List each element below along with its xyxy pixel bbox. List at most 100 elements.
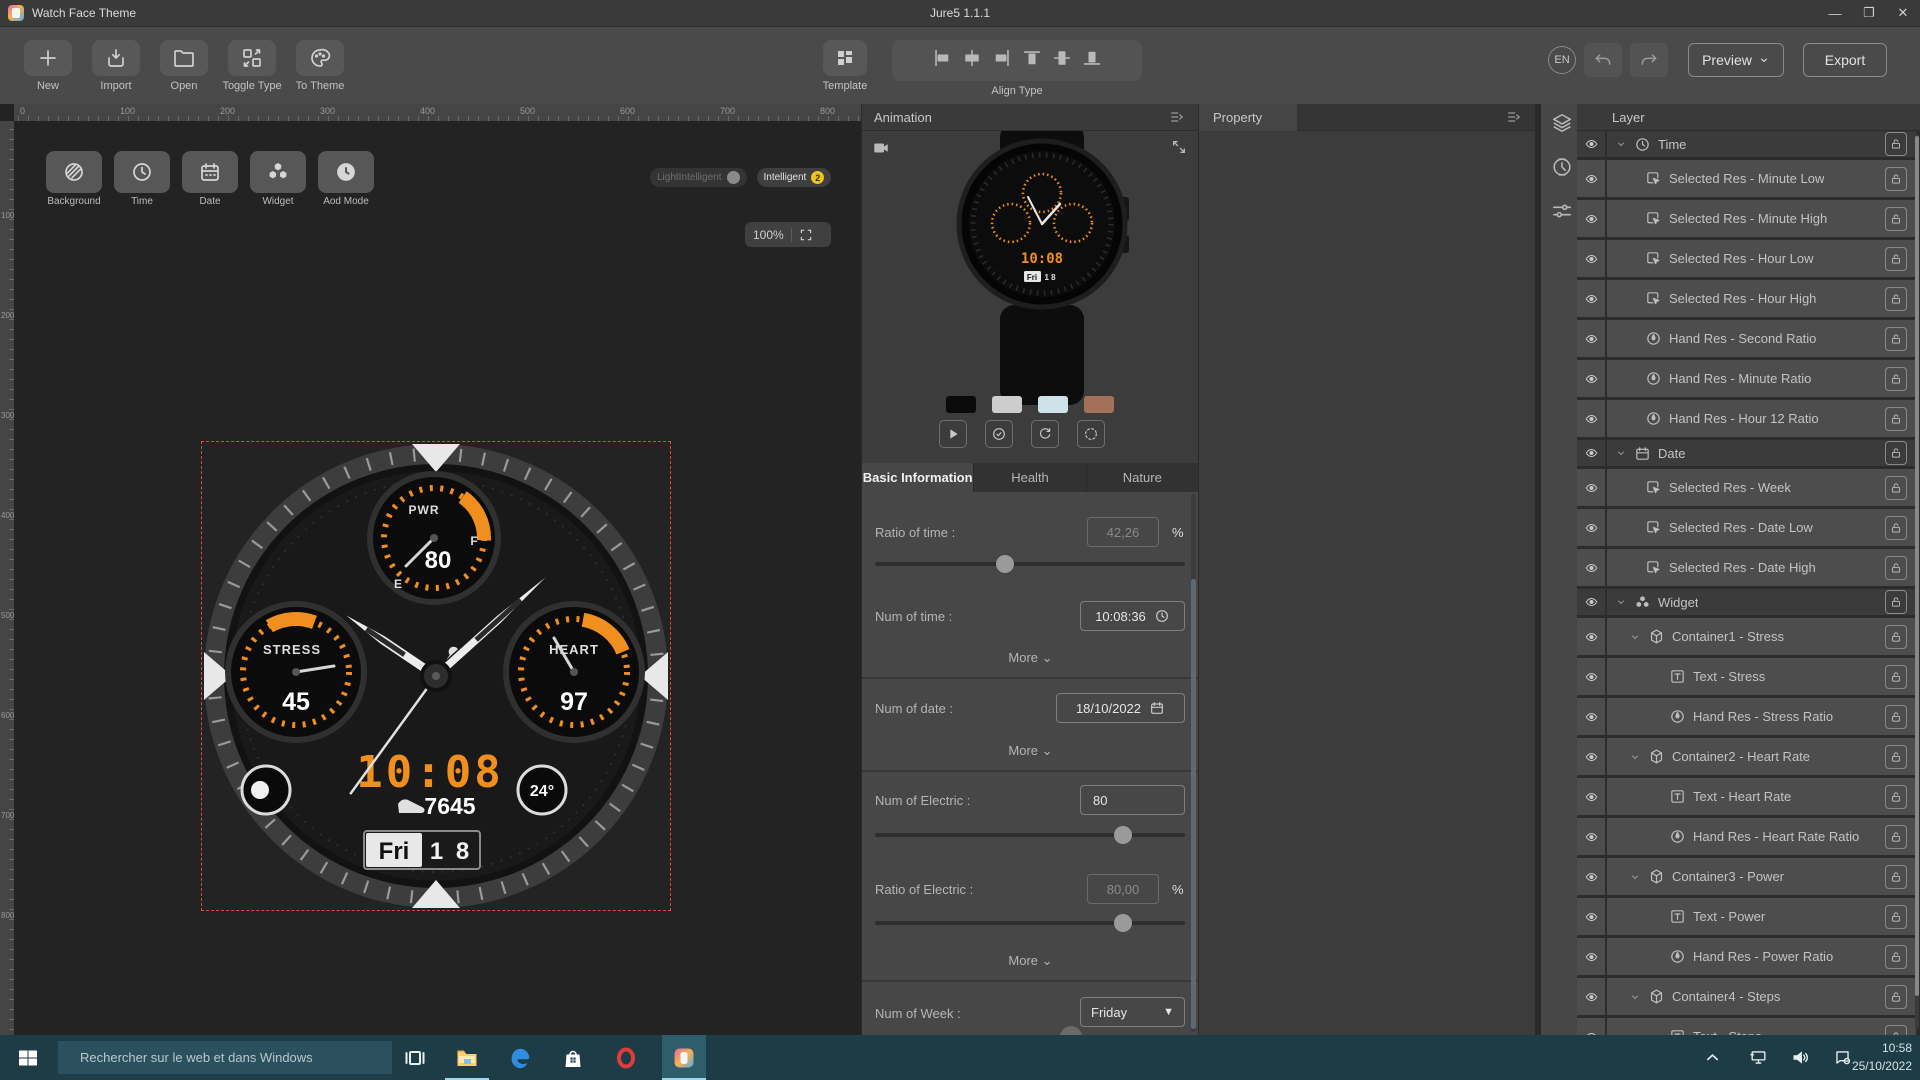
lock-toggle-icon[interactable] xyxy=(1885,327,1907,351)
property-tab[interactable]: Property xyxy=(1199,104,1297,131)
inspector-scrollbar[interactable] xyxy=(1191,494,1196,1032)
chevron-down-icon[interactable] xyxy=(1629,871,1641,883)
lock-toggle-icon[interactable] xyxy=(1885,367,1907,391)
panel-collapse-icon[interactable] xyxy=(1168,109,1186,125)
num-date-input[interactable]: 18/10/2022 xyxy=(1056,693,1185,723)
canvas-tool-date[interactable]: Date xyxy=(179,151,241,207)
align-left-button[interactable] xyxy=(927,45,957,71)
lock-toggle-icon[interactable] xyxy=(1885,665,1907,689)
align-bottom-button[interactable] xyxy=(1077,45,1107,71)
chevron-down-icon[interactable] xyxy=(1615,447,1627,459)
notifications-icon[interactable] xyxy=(1833,1048,1852,1067)
design-canvas[interactable]: 0100200300400500600700800 10020030040050… xyxy=(0,104,861,1035)
visibility-eye-icon[interactable] xyxy=(1577,738,1607,775)
subdial-heart[interactable]: HEART 97 xyxy=(506,604,642,740)
toolbar-button-import[interactable]: Import xyxy=(82,40,150,92)
lock-toggle-icon[interactable] xyxy=(1885,207,1907,231)
tray-chevron-up-icon[interactable] xyxy=(1703,1048,1722,1067)
layer-row[interactable]: Selected Res - Minute Low xyxy=(1577,160,1916,197)
lock-toggle-icon[interactable] xyxy=(1885,905,1907,929)
toolbar-button-to-theme[interactable]: To Theme xyxy=(286,40,354,92)
ratio-time-input[interactable]: 42,26 xyxy=(1087,517,1159,547)
layer-row[interactable]: Hand Res - Minute Ratio xyxy=(1577,360,1916,397)
chevron-down-icon[interactable] xyxy=(1629,991,1641,1003)
lock-toggle-icon[interactable] xyxy=(1885,476,1907,500)
visibility-eye-icon[interactable] xyxy=(1577,469,1607,506)
lock-toggle-icon[interactable] xyxy=(1885,945,1907,969)
layer-row[interactable]: Text - Heart Rate xyxy=(1577,778,1916,815)
mode-toggle-intelligent[interactable]: Intelligent 2 xyxy=(757,168,832,187)
ratio-electric-input[interactable]: 80,00 xyxy=(1087,874,1159,904)
num-electric-slider[interactable] xyxy=(875,833,1185,837)
layer-row[interactable]: Hand Res - Power Ratio xyxy=(1577,938,1916,975)
visibility-eye-icon[interactable] xyxy=(1577,698,1607,735)
temperature-display[interactable]: 24° xyxy=(518,766,566,814)
visibility-eye-icon[interactable] xyxy=(1577,509,1607,546)
taskbar-app-store[interactable] xyxy=(551,1035,595,1080)
watch-preview-icon[interactable] xyxy=(1551,156,1573,178)
align-top-button[interactable] xyxy=(1017,45,1047,71)
redo-button[interactable] xyxy=(1630,43,1668,77)
undo-button[interactable] xyxy=(1584,43,1622,77)
layer-row[interactable]: Container2 - Heart Rate xyxy=(1577,738,1916,775)
lock-toggle-icon[interactable] xyxy=(1885,985,1907,1009)
layer-row[interactable]: Selected Res - Hour High xyxy=(1577,280,1916,317)
layer-row[interactable]: Selected Res - Week xyxy=(1577,469,1916,506)
layer-row[interactable]: Container3 - Power xyxy=(1577,858,1916,895)
toolbar-button-new[interactable]: New xyxy=(14,40,82,92)
lock-toggle-icon[interactable] xyxy=(1885,287,1907,311)
lock-toggle-icon[interactable] xyxy=(1885,407,1907,431)
more-toggle-3[interactable]: More ⌄ xyxy=(862,953,1199,969)
ratio-time-slider[interactable] xyxy=(875,562,1185,566)
maximize-button[interactable]: ❐ xyxy=(1852,0,1886,26)
expand-icon[interactable] xyxy=(1171,139,1187,155)
template-button[interactable]: Template xyxy=(810,40,880,92)
layer-row[interactable]: Hand Res - Second Ratio xyxy=(1577,320,1916,357)
layer-row[interactable]: Hand Res - Stress Ratio xyxy=(1577,698,1916,735)
time-preview-button[interactable] xyxy=(985,420,1013,448)
layer-row[interactable]: Widget xyxy=(1577,589,1916,615)
more-toggle-1[interactable]: More ⌄ xyxy=(862,650,1199,666)
tab-nature[interactable]: Nature xyxy=(1087,463,1199,492)
lock-toggle-icon[interactable] xyxy=(1885,516,1907,540)
visibility-eye-icon[interactable] xyxy=(1577,320,1607,357)
zoom-control[interactable]: 100% xyxy=(745,222,831,247)
layer-row[interactable]: Selected Res - Date Low xyxy=(1577,509,1916,546)
num-time-input[interactable]: 10:08:36 xyxy=(1080,601,1185,631)
lock-toggle-icon[interactable] xyxy=(1885,625,1907,649)
visibility-eye-icon[interactable] xyxy=(1577,160,1607,197)
layer-row[interactable]: Text - Power xyxy=(1577,898,1916,935)
visibility-eye-icon[interactable] xyxy=(1577,440,1607,466)
start-button[interactable] xyxy=(6,1035,50,1080)
visibility-eye-icon[interactable] xyxy=(1577,818,1607,855)
taskbar-app-watch-app[interactable] xyxy=(662,1035,706,1080)
visibility-eye-icon[interactable] xyxy=(1577,618,1607,655)
layer-row[interactable]: Text - Steps xyxy=(1577,1018,1916,1035)
adjustments-icon[interactable] xyxy=(1551,200,1573,222)
loop-button[interactable] xyxy=(1077,420,1105,448)
color-swatch-3[interactable] xyxy=(1038,396,1068,413)
lock-toggle-icon[interactable] xyxy=(1885,705,1907,729)
mode-toggle-lightintelligent[interactable]: LightIntelligent xyxy=(650,168,747,187)
chevron-down-icon[interactable] xyxy=(1615,138,1627,150)
visibility-eye-icon[interactable] xyxy=(1577,858,1607,895)
num-electric-input[interactable]: 80 xyxy=(1080,785,1185,815)
visibility-eye-icon[interactable] xyxy=(1577,978,1607,1015)
layer-row[interactable]: Time xyxy=(1577,131,1916,157)
layers-icon[interactable] xyxy=(1551,112,1573,134)
layer-row[interactable]: Text - Stress xyxy=(1577,658,1916,695)
language-button[interactable]: EN xyxy=(1548,46,1576,74)
lock-toggle-icon[interactable] xyxy=(1885,825,1907,849)
chevron-down-icon[interactable] xyxy=(1615,596,1627,608)
lock-toggle-icon[interactable] xyxy=(1885,745,1907,769)
watchface-selection[interactable]: PWR F E 80 STRESS 45 xyxy=(202,442,670,910)
color-swatch-2[interactable] xyxy=(992,396,1022,413)
network-icon[interactable] xyxy=(1749,1048,1768,1067)
taskbar-app-explorer[interactable] xyxy=(445,1035,489,1080)
visibility-eye-icon[interactable] xyxy=(1577,658,1607,695)
layer-scrollbar[interactable] xyxy=(1915,134,1919,1029)
tab-health[interactable]: Health xyxy=(974,463,1086,492)
canvas-tool-aod[interactable]: Aod Mode xyxy=(315,151,377,207)
layer-row[interactable]: Container1 - Stress xyxy=(1577,618,1916,655)
visibility-eye-icon[interactable] xyxy=(1577,938,1607,975)
